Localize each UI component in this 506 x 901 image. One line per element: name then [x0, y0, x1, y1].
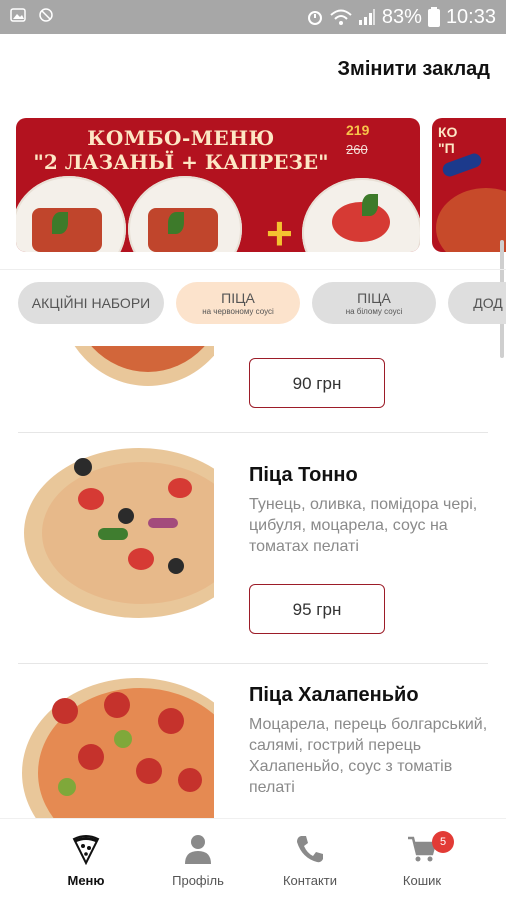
banner-subtitle: "2 ЛАЗАНЬЇ + КАПРЕЗЕ" [33, 150, 329, 174]
person-icon [185, 835, 211, 864]
battery-percent: 83% [381, 5, 422, 28]
nav-label: Профіль [172, 873, 224, 888]
nav-label: Кошик [402, 873, 442, 888]
promo-banner-next[interactable]: КО "П [432, 118, 506, 252]
lasagna-plate-image [16, 176, 126, 252]
product-title: Піца Тонно [249, 464, 358, 486]
nav-profile[interactable]: Профіль [148, 833, 248, 888]
divider [18, 663, 488, 664]
caprese-plate-image [302, 178, 420, 252]
divider [0, 269, 506, 270]
category-pizza-white[interactable]: ПІЦА на білому соусі [312, 282, 436, 324]
nav-contacts[interactable]: Контакти [260, 833, 360, 888]
product-image[interactable] [18, 346, 214, 386]
banner-price-new: 219 [346, 122, 370, 138]
plus-icon: + [266, 207, 293, 252]
nav-cart[interactable]: 5 Кошик [372, 831, 472, 888]
signal-icon [358, 9, 375, 25]
battery-icon [427, 7, 440, 27]
product-title: Піца Халапеньйо [249, 684, 419, 706]
divider [18, 432, 488, 433]
category-pizza-red[interactable]: ПІЦА на червоному соусі [176, 282, 300, 324]
banner-price-old: 260 [346, 142, 368, 157]
product-description: Тунець, оливка, помідора чері, цибуля, м… [249, 496, 478, 555]
price-button[interactable]: 90 грн [249, 358, 385, 408]
category-sublabel: на червоному соусі [202, 307, 274, 316]
status-bar: 83% 10:33 [0, 0, 506, 34]
change-venue-button[interactable]: Змінити заклад [338, 58, 490, 81]
category-sublabel: на білому соусі [345, 307, 403, 316]
product-description: Моцарела, перець болгарський, салямі, го… [249, 716, 488, 796]
clock: 10:33 [445, 5, 496, 28]
nav-label: Контакти [282, 873, 338, 888]
category-label: ДОД [473, 295, 503, 311]
phone-icon [297, 836, 323, 863]
promo-banner[interactable]: КОМБО-МЕНЮ "2 ЛАЗАНЬЇ + КАПРЕЗЕ" 219 260… [16, 118, 420, 252]
category-label: ПІЦА [221, 290, 255, 306]
product-image[interactable] [18, 448, 214, 618]
pizza-image [436, 188, 506, 252]
price-button[interactable]: 95 грн [249, 584, 385, 634]
alarm-icon [307, 11, 322, 25]
category-extras[interactable]: ДОД [448, 282, 506, 324]
product-image[interactable] [18, 678, 214, 818]
banner-title: КОМБО-МЕНЮ [87, 126, 275, 150]
nav-label: Меню [67, 873, 105, 888]
category-promo-sets[interactable]: АКЦІЙНІ НАБОРИ [18, 282, 164, 324]
category-label: ПІЦА [357, 290, 391, 306]
blocked-icon [39, 8, 53, 22]
pizza-slice-icon [72, 835, 100, 865]
wifi-icon [330, 9, 352, 25]
cart-badge: 5 [432, 831, 454, 853]
category-label: АКЦІЙНІ НАБОРИ [31, 295, 151, 311]
lasagna-plate-image [128, 176, 242, 252]
banner-next-title: КО "П [438, 124, 458, 156]
gallery-icon [10, 8, 26, 22]
nav-menu[interactable]: Меню [36, 833, 136, 888]
bottom-navigation: Меню Профіль Контакти 5 Кошик [0, 818, 506, 901]
